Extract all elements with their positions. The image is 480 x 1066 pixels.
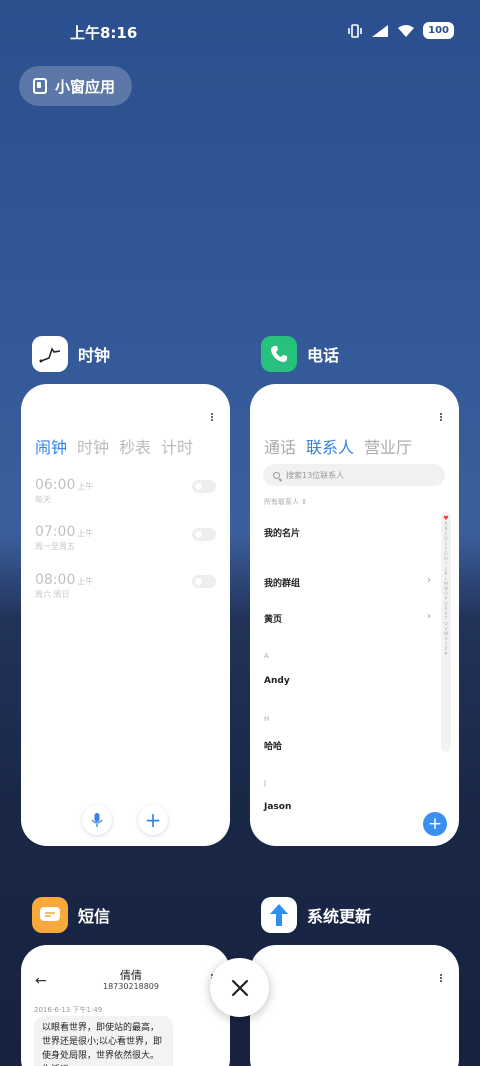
phone-app-header[interactable]: 电话 xyxy=(261,336,339,372)
alarm-ampm: 上午 xyxy=(77,482,94,491)
clock-app-icon xyxy=(32,336,68,372)
update-app-header[interactable]: 系统更新 xyxy=(261,897,371,933)
contact-filter[interactable]: 所有联系人 ⇕ xyxy=(264,497,307,507)
my-groups-item[interactable]: 我的群组 xyxy=(264,576,300,589)
floating-window-icon xyxy=(33,78,47,94)
alarm-days: 周六 周日 xyxy=(35,590,70,599)
message-bubble[interactable]: 以眼看世界，即使站的最高，世界还是很小;以心看世界，即使身处局限，世界依然很大。… xyxy=(34,1016,173,1066)
add-alarm-button[interactable]: + xyxy=(138,805,168,835)
alarm-ampm: 上午 xyxy=(77,577,94,586)
phone-app-name: 电话 xyxy=(307,346,340,365)
alarm-item[interactable]: 06:00 上午 每天 xyxy=(35,474,215,505)
alarm-days: 周一至周五 xyxy=(35,542,75,551)
alarm-item[interactable]: 08:00 上午 周六 周日 xyxy=(35,569,215,600)
message-timestamp: 2016-6-13 下午1:49 xyxy=(34,1006,103,1014)
floating-window-label: 小窗应用 xyxy=(55,77,116,96)
sms-app-icon xyxy=(32,897,68,933)
update-app-card[interactable] xyxy=(250,945,459,1066)
status-bar: 上午8:16 100 xyxy=(0,0,480,64)
alarm-days: 每天 xyxy=(35,495,51,504)
more-options-icon[interactable] xyxy=(439,973,443,983)
conversation-number: 18730218809 xyxy=(103,982,159,991)
sms-app-name: 短信 xyxy=(78,907,111,926)
plus-icon: + xyxy=(427,814,443,834)
favorites-heart-icon: ♥ xyxy=(443,515,449,522)
yellow-pages-item[interactable]: 黄页 xyxy=(264,612,282,625)
plus-icon: + xyxy=(144,808,162,832)
microphone-icon xyxy=(91,813,103,827)
vibrate-icon xyxy=(348,23,362,38)
phone-app-card[interactable]: 通话 联系人 营业厅 搜索13位联系人 所有联系人 ⇕ 我的名片 我的群组 › … xyxy=(250,384,459,846)
contact-item[interactable]: Jason xyxy=(264,802,291,812)
contact-item[interactable]: 哈哈 xyxy=(264,739,282,752)
sms-app-header[interactable]: 短信 xyxy=(32,897,110,933)
my-card-item[interactable]: 我的名片 xyxy=(264,526,300,539)
chevron-right-icon: › xyxy=(427,611,431,622)
alarm-toggle[interactable] xyxy=(192,528,216,541)
section-letter: J xyxy=(264,779,267,787)
add-contact-button[interactable]: + xyxy=(423,812,447,836)
clear-all-button[interactable] xyxy=(210,958,269,1017)
alphabet-index[interactable]: ♥ A B C D E F G H I J K L M N O P Q R S T U V W X Y Z # xyxy=(441,512,451,752)
floating-window-button[interactable]: 小窗应用 xyxy=(19,66,132,106)
more-options-icon[interactable] xyxy=(210,412,214,422)
alarm-ampm: 上午 xyxy=(77,529,94,538)
search-placeholder: 搜索13位联系人 xyxy=(286,470,345,480)
chevron-right-icon: › xyxy=(427,575,431,586)
tab-stopwatch[interactable]: 秒表 xyxy=(119,434,151,458)
more-options-icon[interactable] xyxy=(439,412,443,422)
close-icon xyxy=(231,979,248,996)
search-icon xyxy=(273,471,280,479)
tab-timer[interactable]: 计时 xyxy=(161,434,193,458)
tab-alarm[interactable]: 闹钟 xyxy=(35,434,67,458)
alarm-time: 06:00 xyxy=(35,477,76,493)
alarm-time: 08:00 xyxy=(35,572,76,588)
clock-app-name: 时钟 xyxy=(78,346,111,365)
contact-item[interactable]: Andy xyxy=(264,676,290,686)
section-letter: H xyxy=(264,715,270,723)
update-app-icon xyxy=(261,897,297,933)
section-letter: A xyxy=(264,652,269,660)
alarm-item[interactable]: 07:00 上午 周一至周五 xyxy=(35,521,215,552)
voice-button[interactable] xyxy=(82,805,112,835)
phone-app-icon xyxy=(261,336,297,372)
update-app-name: 系统更新 xyxy=(307,907,372,926)
cell-signal-icon xyxy=(372,24,389,37)
alarm-toggle[interactable] xyxy=(192,575,216,588)
tab-calls[interactable]: 通话 xyxy=(264,434,296,458)
tab-clock[interactable]: 时钟 xyxy=(77,434,109,458)
alarm-toggle[interactable] xyxy=(192,480,216,493)
status-icons: 100 xyxy=(347,22,454,39)
wifi-icon xyxy=(398,24,415,37)
sms-app-card[interactable]: ← 倩倩 18730218809 2016-6-13 下午1:49 以眼看世界，… xyxy=(21,945,230,1066)
tab-business-hall[interactable]: 营业厅 xyxy=(364,434,412,458)
battery-indicator: 100 xyxy=(423,22,454,39)
tab-contacts[interactable]: 联系人 xyxy=(306,434,354,458)
clock-app-header[interactable]: 时钟 xyxy=(32,336,110,372)
clock-tabs: 闹钟 时钟 秒表 计时 xyxy=(35,434,193,458)
clock-app-card[interactable]: 闹钟 时钟 秒表 计时 06:00 上午 每天 07:00 上午 周一至周五 08:… xyxy=(21,384,230,846)
conversation-contact: 倩倩 xyxy=(120,969,142,982)
alarm-time: 07:00 xyxy=(35,524,76,540)
phone-tabs: 通话 联系人 营业厅 xyxy=(264,434,412,458)
status-time: 上午8:16 xyxy=(70,24,138,42)
contact-search-input[interactable]: 搜索13位联系人 xyxy=(263,464,445,486)
